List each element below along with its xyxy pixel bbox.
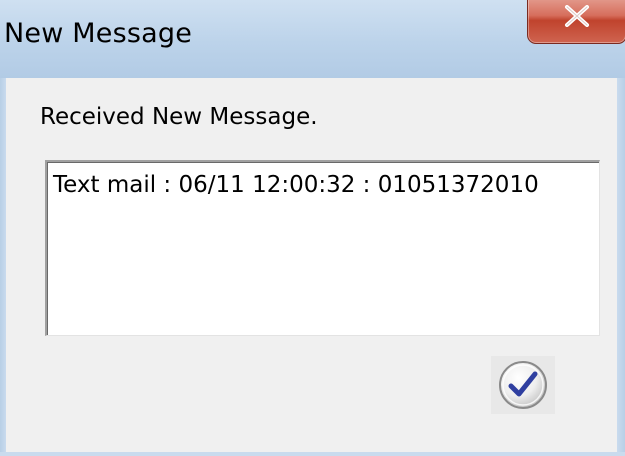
received-message-label: Received New Message. [40, 104, 318, 130]
close-button[interactable] [527, 0, 625, 44]
message-text-box[interactable]: Text mail : 06/11 12:00:32 : 01051372010 [45, 160, 600, 336]
checkmark-icon [499, 361, 547, 409]
new-message-window: New Message Received New Message. Text m… [0, 0, 625, 456]
title-bar[interactable]: New Message [0, 0, 625, 78]
window-frame-right [617, 78, 625, 456]
window-frame-bottom [0, 452, 625, 456]
window-title: New Message [4, 18, 193, 49]
confirm-button[interactable] [491, 356, 555, 414]
message-text: Text mail : 06/11 12:00:32 : 01051372010 [53, 172, 539, 198]
close-icon [565, 5, 589, 27]
